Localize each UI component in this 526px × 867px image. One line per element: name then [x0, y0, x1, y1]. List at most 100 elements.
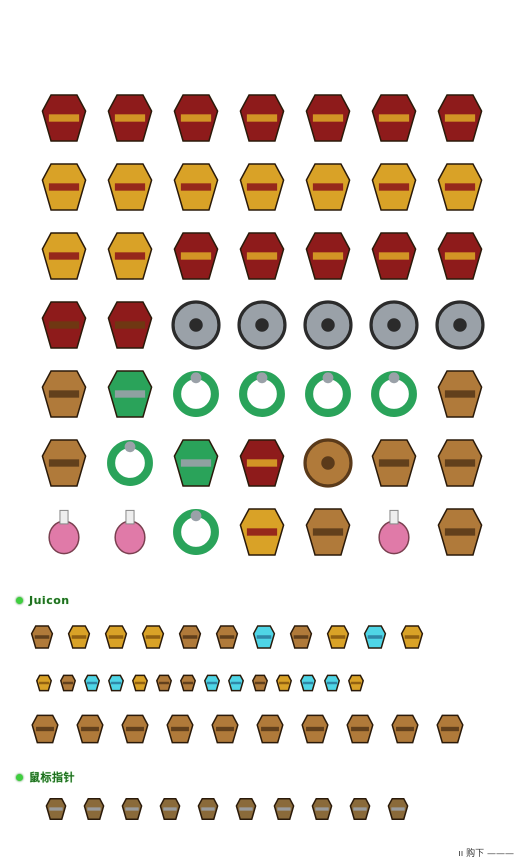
thumbs-up-icon — [215, 625, 239, 649]
bracer-icon — [437, 163, 483, 211]
arrow-icon — [59, 674, 77, 692]
boots-icon — [41, 370, 87, 418]
fire-icon — [155, 674, 173, 692]
broom-icon — [436, 714, 464, 744]
gold-icon — [131, 674, 149, 692]
robe-icon — [41, 94, 87, 142]
gear-icon — [179, 674, 197, 692]
crown-icon — [326, 625, 350, 649]
gem-icon — [299, 674, 317, 692]
ring-icon — [107, 440, 153, 486]
gear-cursor-icon — [197, 798, 219, 820]
pants-icon — [41, 301, 87, 349]
ring-icon — [173, 509, 219, 555]
footer-text: ıı 购下 ——— — [458, 849, 514, 859]
star-icon — [141, 625, 165, 649]
armor-icon — [239, 439, 285, 487]
heart-icon — [251, 674, 269, 692]
food-icon — [305, 508, 351, 556]
pants-icon — [107, 301, 153, 349]
wand-cursor-icon — [121, 798, 143, 820]
potion-icon — [378, 509, 410, 555]
bowl-icon — [256, 714, 284, 744]
gold-icon — [104, 625, 128, 649]
bracer-icon — [239, 508, 285, 556]
bullet-icon — [16, 597, 23, 604]
shield-icon — [435, 300, 485, 350]
amulet-icon — [107, 370, 153, 418]
section-cursors: 鼠标指针 — [16, 769, 75, 785]
plant-cursor-icon — [311, 798, 333, 820]
shield-icon — [171, 300, 221, 350]
gauntlet-icon — [107, 163, 153, 211]
potion-icon — [114, 509, 146, 555]
belt-icon — [371, 232, 417, 280]
helmet-icon — [239, 232, 285, 280]
cabinet-icon — [391, 714, 419, 744]
gem-icon — [107, 674, 125, 692]
armor-icon — [305, 232, 351, 280]
robe-icon — [239, 94, 285, 142]
armor-icon — [173, 94, 219, 142]
armor-icon — [371, 94, 417, 142]
face-icon — [178, 625, 202, 649]
gauntlet-icon — [173, 163, 219, 211]
gold-icon — [347, 674, 365, 692]
potion-icon — [48, 509, 80, 555]
helmet-icon — [173, 232, 219, 280]
section-juicon: Juicon — [16, 594, 70, 607]
crystal-icon — [227, 674, 245, 692]
shield-icon — [303, 300, 353, 350]
icon-canvas — [30, 94, 485, 820]
gauntlet-icon — [41, 232, 87, 280]
map-icon — [76, 714, 104, 744]
shield-icon — [369, 300, 419, 350]
gauntlet-icon — [107, 232, 153, 280]
hammer-cursor-icon — [83, 798, 105, 820]
chest-icon — [301, 714, 329, 744]
belt-icon — [437, 232, 483, 280]
sprite-sheet: Juicon 鼠标指针 ıı 购下 ——— — [0, 0, 526, 863]
amulet-icon — [173, 439, 219, 487]
tray-cursor-icon — [349, 798, 371, 820]
section-label: Juicon — [29, 594, 70, 607]
star-icon — [400, 625, 424, 649]
bag-icon — [346, 714, 374, 744]
scroll-icon — [437, 439, 483, 487]
pickaxe-cursor-icon — [273, 798, 295, 820]
castle-icon — [31, 714, 59, 744]
section-label: 鼠标指针 — [29, 771, 75, 784]
wall-icon — [121, 714, 149, 744]
orb-icon — [303, 438, 353, 488]
necklace-icon — [239, 371, 285, 417]
shield-icon — [237, 300, 287, 350]
bracer-icon — [239, 163, 285, 211]
key-cursor-icon — [159, 798, 181, 820]
wrench-cursor-icon — [387, 798, 409, 820]
bar-icon — [30, 625, 54, 649]
crystal-icon — [203, 674, 221, 692]
heart-icon — [289, 625, 313, 649]
bracer-icon — [305, 163, 351, 211]
necklace-icon — [173, 371, 219, 417]
ring-icon — [305, 371, 351, 417]
star-icon — [67, 625, 91, 649]
gem-icon — [252, 625, 276, 649]
gold-icon — [35, 674, 53, 692]
scroll-icon — [211, 714, 239, 744]
brush-cursor-icon — [235, 798, 257, 820]
gauntlet-icon — [41, 163, 87, 211]
axe-icon — [41, 439, 87, 487]
diamond-icon — [363, 625, 387, 649]
flower-icon — [166, 714, 194, 744]
chest-icon — [437, 508, 483, 556]
gem-icon — [83, 674, 101, 692]
armor-icon — [437, 94, 483, 142]
gem-icon — [323, 674, 341, 692]
bracer-icon — [371, 163, 417, 211]
sword-cursor-icon — [45, 798, 67, 820]
ring-icon — [371, 371, 417, 417]
armor-icon — [305, 94, 351, 142]
scroll-icon — [371, 439, 417, 487]
spear-icon — [437, 370, 483, 418]
